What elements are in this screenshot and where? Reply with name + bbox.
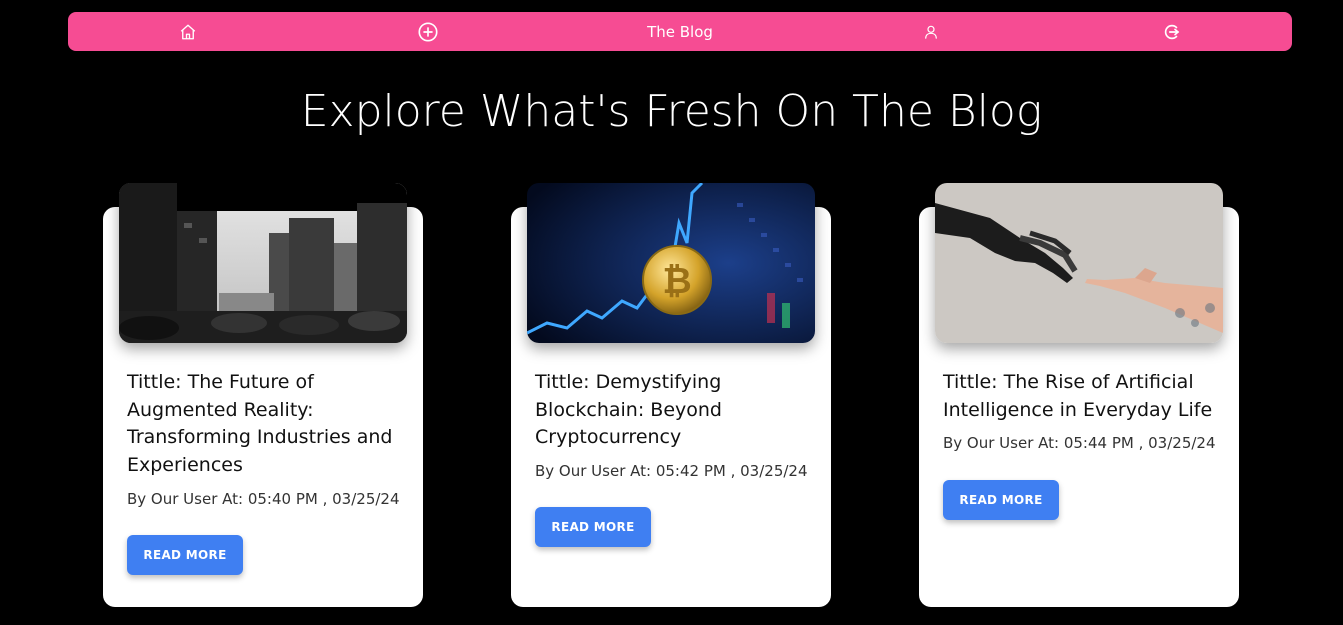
read-more-button[interactable]: READ MORE <box>127 535 243 575</box>
post-title[interactable]: Tittle: The Rise of Artificial Intellige… <box>943 369 1215 424</box>
logout-icon[interactable] <box>1157 12 1187 51</box>
blog-card: Tittle: The Rise of Artificial Intellige… <box>919 183 1239 607</box>
blog-card: Tittle: The Future of Augmented Reality:… <box>103 183 423 607</box>
plus-circle-icon[interactable] <box>413 12 443 51</box>
post-image <box>119 183 407 343</box>
home-icon[interactable] <box>173 12 203 51</box>
post-title[interactable]: Tittle: Demystifying Blockchain: Beyond … <box>535 369 807 452</box>
post-meta: By Our User At: 05:42 PM , 03/25/24 <box>535 462 808 480</box>
page-headline: Explore What's Fresh On The Blog <box>300 86 1043 137</box>
read-more-button[interactable]: READ MORE <box>535 507 651 547</box>
nav-title[interactable]: The Blog <box>630 12 730 51</box>
svg-text:₿: ₿ <box>662 261 691 302</box>
post-image: ₿ <box>527 183 815 343</box>
blog-card: ₿ Tittle: Demystifying Blockchain: Beyon… <box>511 183 831 607</box>
top-navbar: The Blog <box>68 12 1292 51</box>
post-image <box>935 183 1223 343</box>
post-meta: By Our User At: 05:44 PM , 03/25/24 <box>943 434 1216 452</box>
post-meta: By Our User At: 05:40 PM , 03/25/24 <box>127 490 400 508</box>
user-icon[interactable] <box>916 12 946 51</box>
post-title[interactable]: Tittle: The Future of Augmented Reality:… <box>127 369 399 479</box>
read-more-button[interactable]: READ MORE <box>943 480 1059 520</box>
